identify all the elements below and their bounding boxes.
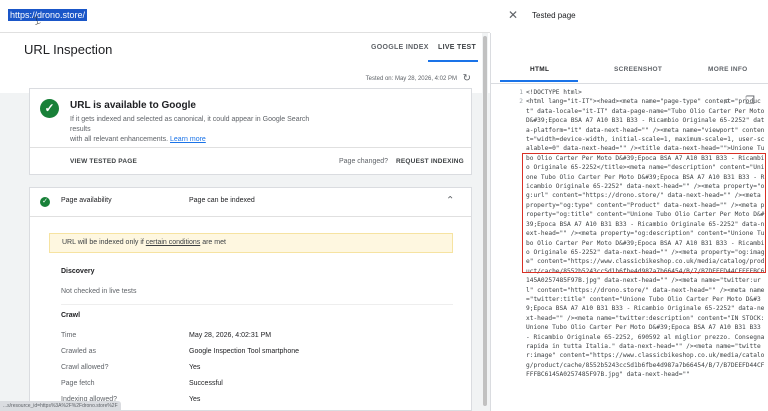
divider: [30, 147, 471, 148]
discovery-note: Not checked in live tests: [61, 288, 137, 295]
highlight-annotation-box: [522, 153, 766, 273]
code-doctype-line: <!DOCTYPE html>: [526, 89, 582, 96]
divider: [30, 216, 471, 217]
discovery-heading: Discovery: [61, 268, 95, 275]
address-bar[interactable]: https://drono.store/ ⌶: [0, 0, 490, 33]
page-availability-value: Page can be indexed: [189, 197, 255, 204]
tested-on-timestamp: Tested on: May 28, 2026, 4:02 PM: [365, 76, 457, 82]
divider: [61, 304, 453, 305]
status-desc-line1: If it gets indexed and selected as canon…: [70, 116, 310, 133]
code-toolbar: ⌕ ❐: [720, 94, 757, 108]
status-desc-line2: with all relevant enhancements.: [70, 136, 169, 143]
certain-conditions-link[interactable]: certain conditions: [146, 239, 200, 246]
selected-url-text[interactable]: https://drono.store/: [8, 9, 88, 21]
active-tab-indicator: [500, 80, 578, 82]
crawl-row-value: May 28, 2026, 4:02:31 PM: [189, 332, 272, 339]
tested-page-header: ✕ Tested page: [490, 0, 768, 33]
line-number-gutter: 12: [498, 88, 523, 107]
tab-live-test[interactable]: LIVE TEST: [438, 44, 476, 51]
status-bar-url: ...s/resource_id=https%3A%2F%2Fdrono.sto…: [0, 401, 121, 411]
copy-icon[interactable]: ❐: [743, 94, 757, 108]
status-description: If it gets indexed and selected as canon…: [70, 115, 315, 145]
crawl-row-value: Successful: [189, 380, 223, 387]
crawl-row-value: Yes: [189, 396, 201, 403]
refresh-icon[interactable]: ↻: [463, 73, 471, 84]
tab-google-index[interactable]: GOOGLE INDEX: [371, 44, 429, 51]
inspection-panel: URL Inspection GOOGLE INDEX LIVE TEST Te…: [0, 33, 490, 411]
page-title: URL Inspection: [24, 42, 113, 57]
line-number: 2: [519, 98, 523, 106]
line-number: 1: [519, 89, 523, 96]
page-availability-label: Page availability: [61, 197, 112, 204]
tab-html[interactable]: HTML: [530, 66, 549, 73]
page-changed-label: Page changed?: [339, 158, 389, 165]
crawl-heading: Crawl: [61, 312, 81, 319]
index-conditions-notice: URL will be indexed only if certain cond…: [49, 233, 453, 253]
check-circle-icon: ✓: [40, 99, 59, 118]
status-card: ✓ URL is available to Google If it gets …: [29, 88, 472, 175]
learn-more-link[interactable]: Learn more: [170, 136, 206, 143]
crawl-row-label: Crawl allowed?: [61, 364, 109, 371]
crawl-row-label: Crawled as: [61, 348, 97, 355]
availability-card: ✓ Page availability Page can be indexed …: [29, 187, 472, 411]
status-title: URL is available to Google: [70, 100, 196, 111]
scrollbar-thumb[interactable]: [483, 36, 487, 406]
tab-screenshot[interactable]: SCREENSHOT: [614, 66, 662, 73]
chevron-up-icon[interactable]: ⌄: [446, 193, 454, 204]
crawl-row-value: Yes: [189, 364, 201, 371]
view-tested-page-button[interactable]: VIEW TESTED PAGE: [70, 158, 137, 165]
search-icon[interactable]: ⌕: [720, 94, 734, 108]
tested-page-title: Tested page: [532, 11, 576, 20]
inspection-header: URL Inspection GOOGLE INDEX LIVE TEST Te…: [0, 33, 490, 93]
tab-more-info[interactable]: MORE INFO: [708, 66, 748, 73]
request-indexing-button[interactable]: REQUEST INDEXING: [396, 158, 464, 165]
crawl-row-value: Google Inspection Tool smartphone: [189, 348, 299, 355]
crawl-row-label: Page fetch: [61, 380, 95, 387]
notice-text-end: are met: [200, 239, 226, 246]
close-icon[interactable]: ✕: [508, 8, 518, 22]
active-tab-indicator: [428, 60, 478, 62]
divider: [490, 83, 768, 84]
check-circle-icon: ✓: [40, 197, 50, 207]
notice-text: URL will be indexed only if: [62, 239, 146, 246]
crawl-row-label: Time: [61, 332, 77, 339]
